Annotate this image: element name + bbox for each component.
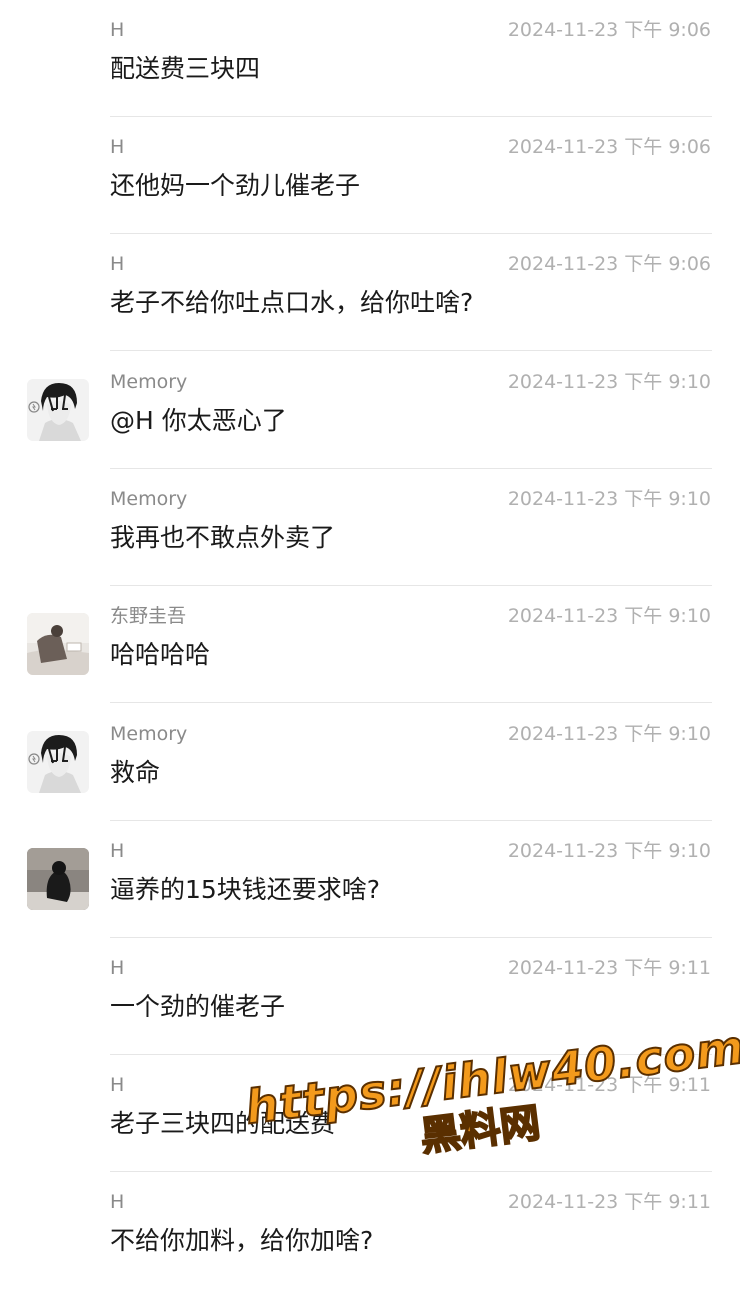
message-text: 不给你加料，给你加啥?: [110, 1226, 374, 1255]
message-text: 老子不给你吐点口水，给你吐啥?: [110, 288, 474, 317]
sender-name: H: [110, 840, 125, 862]
message-text: @H 你太恶心了: [110, 406, 287, 435]
divider: [110, 350, 712, 351]
message-text: 我再也不敢点外卖了: [110, 523, 336, 552]
message-text: 逼养的15块钱还要求啥?: [110, 875, 381, 904]
message-time: 2024-11-23 下午 9:10: [507, 371, 711, 393]
message-time: 2024-11-23 下午 9:11: [507, 1191, 711, 1213]
message-item[interactable]: Memory 2024-11-23 下午 9:10 救命: [0, 704, 740, 821]
h-avatar[interactable]: [27, 848, 89, 910]
message-item[interactable]: H 2024-11-23 下午 9:11 老子三块四的配送费: [0, 1055, 740, 1172]
message-time: 2024-11-23 下午 9:06: [507, 253, 711, 275]
sender-name: H: [110, 957, 125, 979]
message-time: 2024-11-23 下午 9:10: [507, 840, 711, 862]
memory-avatar[interactable]: [27, 731, 89, 793]
memory-avatar[interactable]: [27, 379, 89, 441]
message-text: 老子三块四的配送费: [110, 1109, 336, 1138]
message-item[interactable]: Memory 2024-11-23 下午 9:10 @H 你太恶心了: [0, 352, 740, 469]
sender-name: 东野圭吾: [110, 605, 187, 627]
sender-name: H: [110, 1191, 125, 1213]
sender-name: H: [110, 136, 125, 158]
sender-name: Memory: [110, 723, 188, 745]
divider: [110, 702, 712, 703]
message-time: 2024-11-23 下午 9:06: [507, 136, 711, 158]
sender-name: H: [110, 1074, 125, 1096]
message-text: 一个劲的催老子: [110, 992, 286, 1021]
message-text: 救命: [110, 758, 161, 787]
message-text: 哈哈哈哈: [110, 640, 211, 669]
message-text: 配送费三块四: [110, 54, 261, 83]
message-text: 还他妈一个劲儿催老子: [110, 171, 361, 200]
message-time: 2024-11-23 下午 9:10: [507, 723, 711, 745]
sender-name: H: [110, 19, 125, 41]
message-item[interactable]: H 2024-11-23 下午 9:06 还他妈一个劲儿催老子: [0, 117, 740, 234]
message-time: 2024-11-23 下午 9:10: [507, 488, 711, 510]
message-item[interactable]: H 2024-11-23 下午 9:11 一个劲的催老子: [0, 938, 740, 1055]
message-item[interactable]: Memory 2024-11-23 下午 9:10 我再也不敢点外卖了: [0, 469, 740, 586]
sender-name: H: [110, 253, 125, 275]
message-time: 2024-11-23 下午 9:06: [507, 19, 711, 41]
message-item[interactable]: H 2024-11-23 下午 9:10 逼养的15块钱还要求啥?: [0, 821, 740, 938]
message-time: 2024-11-23 下午 9:10: [507, 605, 711, 627]
message-item[interactable]: 东野圭吾 2024-11-23 下午 9:10 哈哈哈哈: [0, 586, 740, 703]
message-item[interactable]: H 2024-11-23 下午 9:06 老子不给你吐点口水，给你吐啥?: [0, 234, 740, 351]
sender-name: Memory: [110, 371, 188, 393]
message-item[interactable]: H 2024-11-23 下午 9:06 配送费三块四: [0, 0, 740, 117]
message-item[interactable]: H 2024-11-23 下午 9:11 不给你加料，给你加啥?: [0, 1172, 740, 1289]
sender-name: Memory: [110, 488, 188, 510]
message-time: 2024-11-23 下午 9:11: [507, 957, 711, 979]
dongye-avatar[interactable]: [27, 613, 89, 675]
message-time: 2024-11-23 下午 9:11: [507, 1074, 711, 1096]
